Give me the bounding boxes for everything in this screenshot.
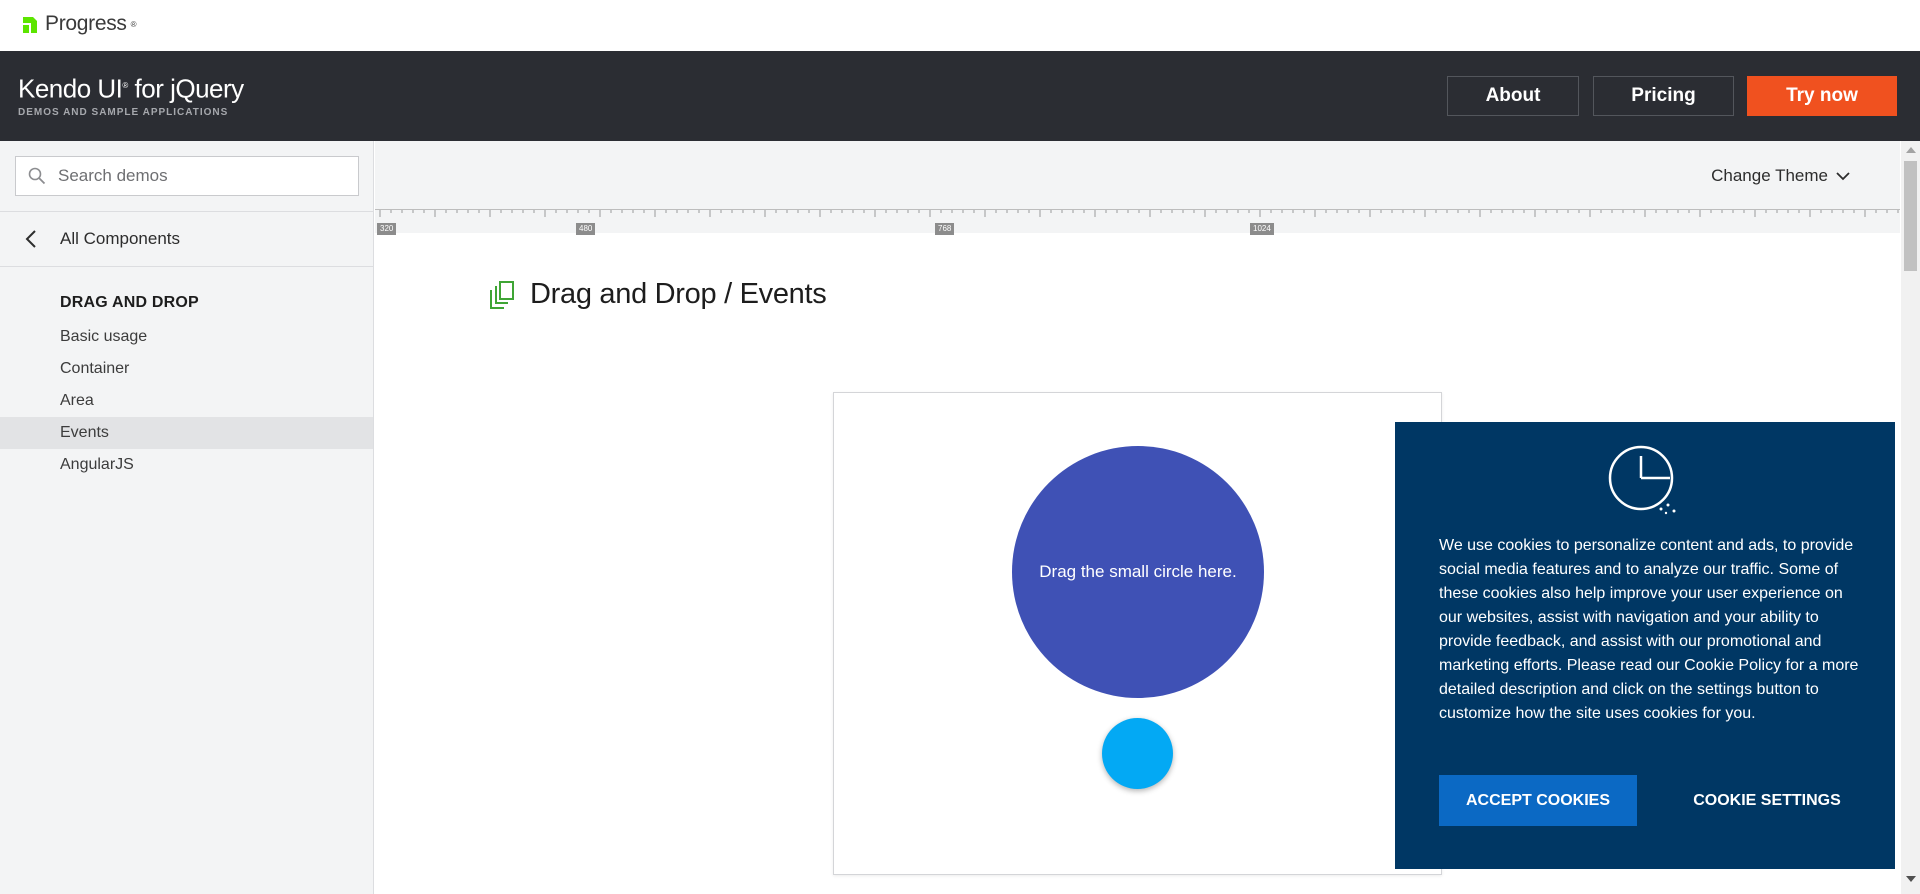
brand-title: Kendo UI® for jQuery <box>18 73 244 102</box>
page-title-text: Drag and Drop / Events <box>530 278 827 310</box>
search-input[interactable] <box>58 166 348 186</box>
brand-subtitle: DEMOS AND SAMPLE APPLICATIONS <box>18 106 229 118</box>
registered-mark: ® <box>130 19 137 29</box>
ruler-label-1024[interactable]: 1024 <box>1250 223 1274 235</box>
cookie-clock-icon <box>1608 445 1676 515</box>
cookie-banner: We use cookies to personalize content an… <box>1395 422 1895 869</box>
content-toolbar: Change Theme <box>375 141 1900 209</box>
sidebar-item-area[interactable]: Area <box>0 385 373 417</box>
chevron-down-icon <box>1836 172 1850 181</box>
responsive-ruler[interactable]: 320 480 768 1024 <box>375 209 1900 235</box>
scroll-up-arrow-icon[interactable] <box>1906 147 1916 153</box>
chevron-left-icon <box>25 230 36 248</box>
nav-section-title: DRAG AND DROP <box>60 294 199 311</box>
change-theme-dropdown[interactable]: Change Theme <box>1711 166 1850 186</box>
progress-topbar: Progress ® <box>0 0 1920 51</box>
scrollbar-thumb[interactable] <box>1904 161 1917 271</box>
cookie-settings-button[interactable]: COOKIE SETTINGS <box>1667 775 1867 826</box>
nav-list: Basic usage Container Area Events Angula… <box>0 321 373 481</box>
draggable-circle[interactable] <box>1102 718 1173 789</box>
ruler-label-320[interactable]: 320 <box>377 223 397 235</box>
ruler-label-768[interactable]: 768 <box>935 223 955 235</box>
try-now-button[interactable]: Try now <box>1747 76 1897 116</box>
all-components-label: All Components <box>60 229 181 248</box>
accept-cookies-button[interactable]: ACCEPT COOKIES <box>1439 775 1637 826</box>
change-theme-label: Change Theme <box>1711 166 1828 185</box>
sidebar-item-basic-usage[interactable]: Basic usage <box>0 321 373 353</box>
site-header: Kendo UI® for jQuery DEMOS AND SAMPLE AP… <box>0 51 1920 141</box>
all-components-link[interactable]: All Components <box>0 211 373 267</box>
ruler-label-480[interactable]: 480 <box>576 223 596 235</box>
drag-and-drop-icon <box>490 280 514 309</box>
page-title: Drag and Drop / Events <box>488 278 827 311</box>
progress-logo[interactable]: Progress ® <box>19 12 137 36</box>
drop-target-circle[interactable]: Drag the small circle here. <box>1012 446 1264 698</box>
brand-title-suffix: for jQuery <box>127 73 245 104</box>
progress-logo-text: Progress <box>45 12 127 35</box>
kendo-brand[interactable]: Kendo UI® for jQuery DEMOS AND SAMPLE AP… <box>18 73 244 118</box>
pricing-button[interactable]: Pricing <box>1593 76 1734 116</box>
search-box <box>15 156 359 196</box>
drop-target-text: Drag the small circle here. <box>1039 562 1237 581</box>
search-icon <box>28 167 46 185</box>
sidebar-item-container[interactable]: Container <box>0 353 373 385</box>
scroll-down-arrow-icon[interactable] <box>1906 876 1916 882</box>
page-scrollbar[interactable] <box>1901 141 1920 894</box>
sidebar-item-events[interactable]: Events <box>0 417 373 449</box>
ruler-ticks <box>375 209 1900 217</box>
sidebar-item-angularjs[interactable]: AngularJS <box>0 449 373 481</box>
brand-title-main: Kendo UI <box>18 73 123 104</box>
cookie-message: We use cookies to personalize content an… <box>1439 537 1859 722</box>
demo-area: Drag the small circle here. <box>833 392 1442 875</box>
progress-logo-icon <box>23 17 37 33</box>
sidebar: All Components DRAG AND DROP Basic usage… <box>0 141 374 894</box>
about-button[interactable]: About <box>1447 76 1579 116</box>
